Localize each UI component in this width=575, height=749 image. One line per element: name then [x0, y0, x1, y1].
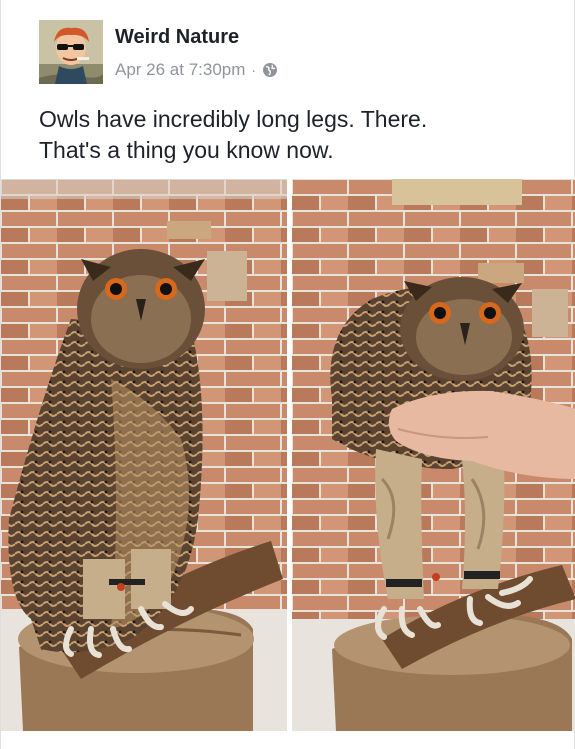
owl-photo-right [292, 179, 575, 731]
post-message: Owls have incredibly long legs. There. T… [39, 104, 539, 166]
post-message-line-2: That's a thing you know now. [39, 137, 334, 163]
post-meta: Apr 26 at 7:30pm · [115, 60, 278, 80]
photo-owl-standing[interactable] [1, 179, 287, 731]
page-name-link[interactable]: Weird Nature [115, 26, 239, 49]
post-card: Weird Nature Apr 26 at 7:30pm · Owls hav… [0, 0, 575, 749]
globe-icon[interactable] [262, 62, 278, 78]
post-timestamp[interactable]: Apr 26 at 7:30pm [115, 60, 245, 80]
avatar-image [39, 20, 103, 84]
owl-photo-left [1, 179, 287, 731]
photo-owl-legs-revealed[interactable] [292, 179, 575, 731]
meta-separator: · [251, 62, 257, 78]
page-avatar[interactable] [39, 20, 103, 84]
post-message-line-1: Owls have incredibly long legs. There. [39, 106, 428, 132]
